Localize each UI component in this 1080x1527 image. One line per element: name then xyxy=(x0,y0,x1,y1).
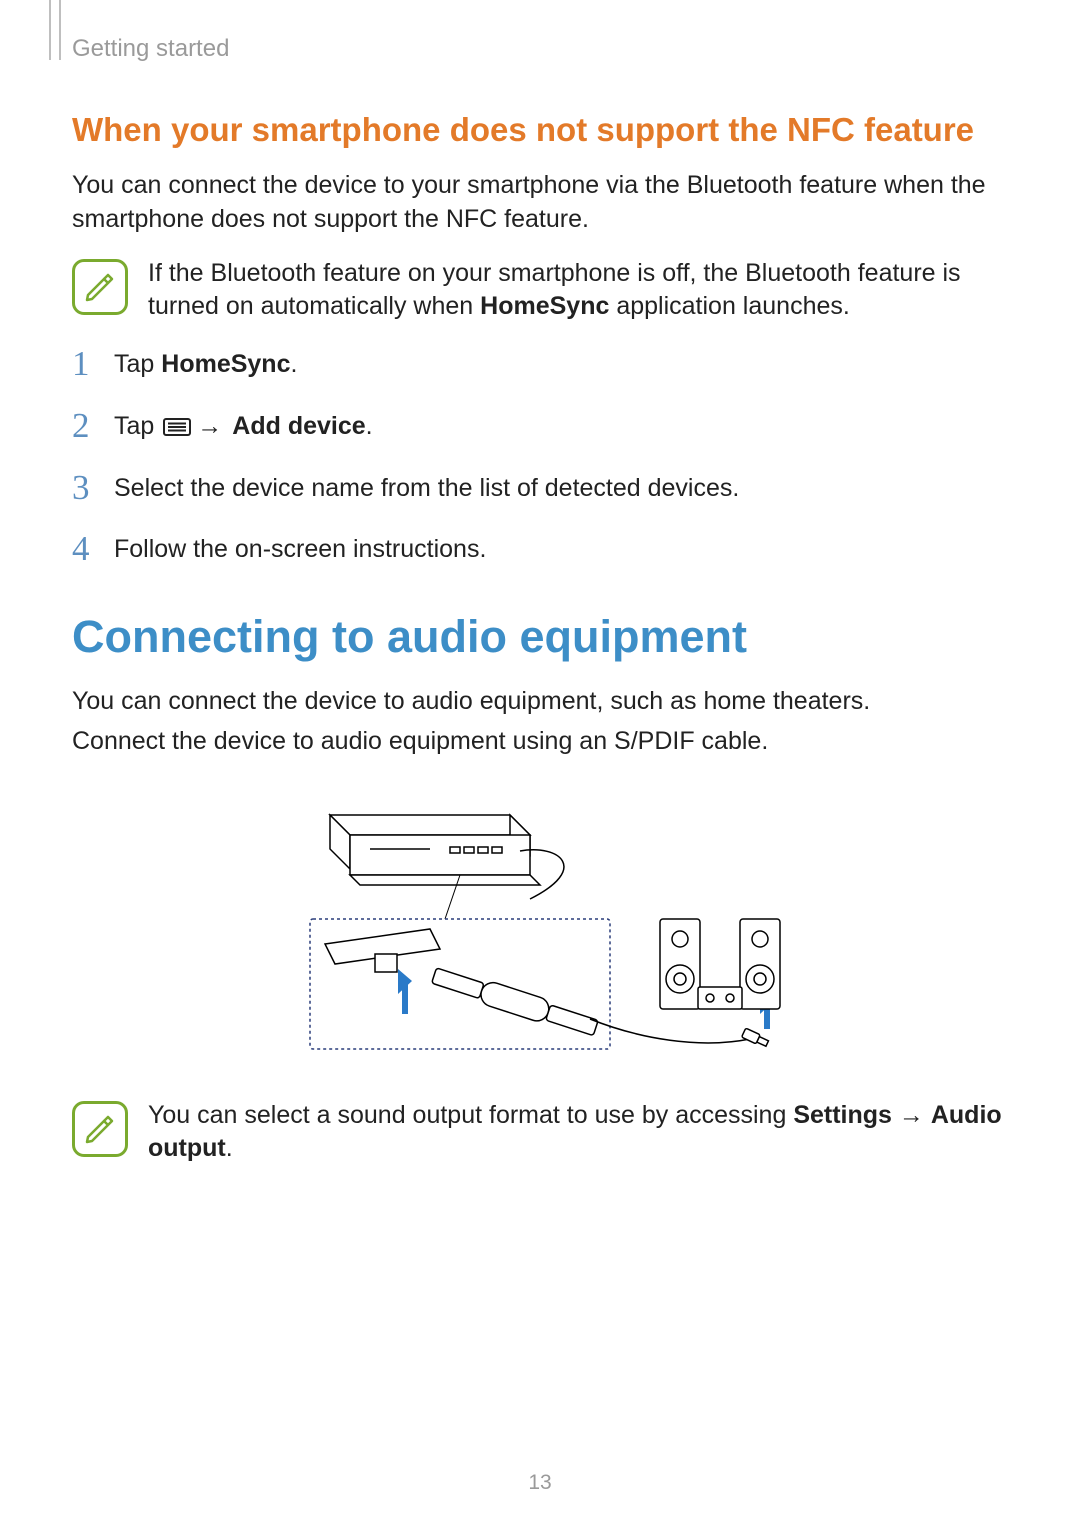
note-icon xyxy=(72,259,128,315)
note-icon xyxy=(72,1101,128,1157)
spdif-diagram xyxy=(72,789,1008,1069)
step2-pre: Tap xyxy=(114,412,161,440)
margin-tab xyxy=(49,0,61,60)
step-2: Tap → Add device. xyxy=(72,410,1008,444)
manual-page: Getting started When your smartphone doe… xyxy=(0,0,1080,1527)
menu-icon xyxy=(163,418,191,436)
section-heading-audio: Connecting to audio equipment xyxy=(72,611,1008,663)
note2-bold1: Settings xyxy=(793,1101,892,1129)
note-bluetooth-text: If the Bluetooth feature on your smartph… xyxy=(148,257,1008,325)
step1-bold: HomeSync xyxy=(161,350,290,378)
note2-prefix: You can select a sound output format to … xyxy=(148,1101,793,1129)
note-text-bold: HomeSync xyxy=(480,292,609,320)
page-number: 13 xyxy=(0,1471,1080,1495)
step2-bold: Add device xyxy=(226,412,365,440)
step-3: Select the device name from the list of … xyxy=(72,472,1008,506)
step2-post: . xyxy=(366,412,373,440)
steps-list: Tap HomeSync. Tap → Add device. Select t… xyxy=(72,348,1008,567)
note-bluetooth: If the Bluetooth feature on your smartph… xyxy=(72,257,1008,325)
step2-arrow: → xyxy=(197,410,222,444)
note2-suffix: . xyxy=(226,1134,233,1162)
section-a-intro: You can connect the device to your smart… xyxy=(72,169,1008,237)
step1-post: . xyxy=(290,350,297,378)
note2-arrow: → xyxy=(892,1101,931,1129)
note-audio-output: You can select a sound output format to … xyxy=(72,1099,1008,1167)
section-b-p2: Connect the device to audio equipment us… xyxy=(72,725,1008,759)
note-text-suffix: application launches. xyxy=(609,292,849,320)
step1-pre: Tap xyxy=(114,350,161,378)
section-b-p1: You can connect the device to audio equi… xyxy=(72,685,1008,719)
note-audio-text: You can select a sound output format to … xyxy=(148,1099,1008,1167)
chapter-title: Getting started xyxy=(72,35,1008,63)
step-1: Tap HomeSync. xyxy=(72,348,1008,382)
spdif-diagram-svg xyxy=(280,789,800,1069)
section-heading-nfc: When your smartphone does not support th… xyxy=(72,111,1008,149)
pencil-note-icon xyxy=(84,1113,116,1145)
pencil-note-icon xyxy=(84,271,116,303)
step-4: Follow the on-screen instructions. xyxy=(72,533,1008,567)
